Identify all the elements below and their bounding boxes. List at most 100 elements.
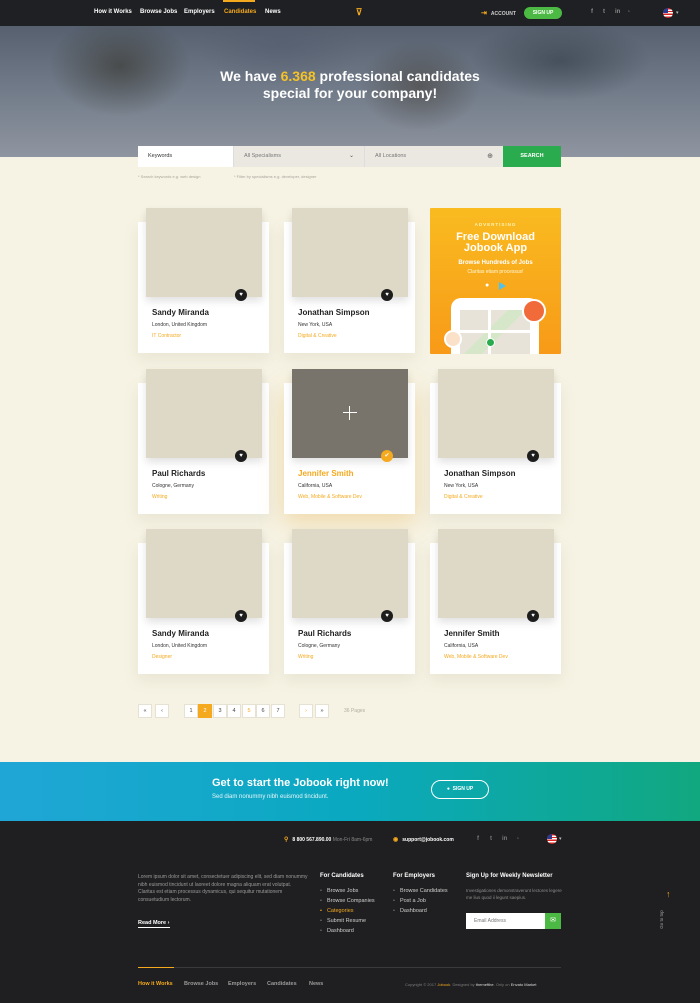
candidate-name[interactable]: Jonathan Simpson	[298, 308, 370, 317]
candidate-photo[interactable]	[146, 529, 262, 618]
footer-nav-candidates[interactable]: Candidates	[267, 981, 297, 987]
page-3[interactable]: 3	[213, 704, 227, 718]
candidate-name[interactable]: Jennifer Smith	[444, 629, 500, 638]
footer-nav-news[interactable]: News	[309, 981, 323, 987]
chevron-down-icon[interactable]: ▾	[676, 10, 679, 16]
candidate-category[interactable]: IT Contractor	[152, 333, 181, 339]
nav-news[interactable]: News	[265, 9, 281, 15]
prev-page-button[interactable]: ‹	[155, 704, 169, 718]
location-select[interactable]: All Locations ⊕	[364, 146, 503, 167]
page-6[interactable]: 6	[256, 704, 270, 718]
candidate-name[interactable]: Sandy Miranda	[152, 629, 209, 638]
footer-link[interactable]: Browse Jobs	[320, 888, 359, 894]
cta-signup-button[interactable]: ● SIGN UP	[431, 780, 489, 799]
page-5[interactable]: 5	[242, 704, 256, 718]
app-advertisement[interactable]: ADVERTISING Free Download Jobook App Brow…	[430, 208, 561, 354]
candidate-category[interactable]: Designer	[152, 654, 172, 660]
specialisms-select[interactable]: All Specialisms ⌄	[233, 146, 364, 167]
signup-button[interactable]: SIGN UP	[524, 7, 562, 19]
footer-link[interactable]: Submit Resume	[320, 918, 366, 924]
footer-link[interactable]: Browse Companies	[320, 898, 375, 904]
page-1[interactable]: 1	[184, 704, 198, 718]
footer-link[interactable]: Dashboard	[393, 908, 427, 914]
heart-icon[interactable]: ♥	[527, 610, 539, 622]
chevron-down-icon[interactable]: ▾	[559, 836, 562, 842]
plus-icon[interactable]	[342, 405, 358, 421]
candidate-location: California, USA	[298, 483, 333, 489]
locate-icon[interactable]: ⊕	[487, 146, 493, 167]
candidate-name[interactable]: Jonathan Simpson	[444, 469, 516, 478]
page-7[interactable]: 7	[271, 704, 285, 718]
footer-link[interactable]: Categories	[320, 908, 354, 914]
candidate-category[interactable]: Digital & Creative	[444, 494, 483, 500]
first-page-button[interactable]: «	[138, 704, 152, 718]
heart-icon[interactable]: ♥	[235, 450, 247, 462]
candidate-card[interactable]: ♥ Jonathan Simpson New York, USA Digital…	[430, 369, 561, 514]
heart-icon[interactable]: ♥	[381, 289, 393, 301]
apple-store-icon[interactable]: ●	[485, 282, 489, 289]
go-to-top-button[interactable]: ↑ Go to top	[659, 889, 676, 935]
nav-candidates[interactable]: Candidates	[224, 9, 256, 15]
facebook-icon[interactable]: f	[591, 9, 593, 15]
candidate-card-selected[interactable]: ✔ Jennifer Smith California, USA Web, Mo…	[284, 369, 415, 514]
candidate-category[interactable]: Web, Mobile & Software Dev	[444, 654, 508, 660]
footer-nav-how-it-works[interactable]: How it Works	[138, 981, 173, 987]
us-flag-icon[interactable]	[547, 834, 557, 844]
candidate-name[interactable]: Sandy Miranda	[152, 308, 209, 317]
candidate-category[interactable]: Digital & Creative	[298, 333, 337, 339]
footer-nav-employers[interactable]: Employers	[228, 981, 256, 987]
candidate-photo[interactable]	[292, 529, 408, 618]
nav-employers[interactable]: Employers	[184, 9, 215, 15]
footer-link[interactable]: Dashboard	[320, 928, 354, 934]
nav-how-it-works[interactable]: How it Works	[94, 9, 132, 15]
candidate-photo[interactable]	[438, 529, 554, 618]
rss-icon[interactable]: ◔	[627, 9, 630, 15]
newsletter-email-input[interactable]: Email Address	[466, 913, 546, 929]
read-more-link[interactable]: Read More ›	[138, 920, 170, 928]
twitter-icon[interactable]: t	[603, 9, 605, 15]
heart-icon[interactable]: ♥	[235, 289, 247, 301]
next-page-button[interactable]: ›	[299, 704, 313, 718]
candidate-name[interactable]: Jennifer Smith	[298, 469, 354, 478]
linkedin-icon[interactable]: in	[615, 9, 620, 15]
footer-nav-browse-jobs[interactable]: Browse Jobs	[184, 981, 218, 987]
candidate-card[interactable]: ♥ Paul Richards Cologne, Germany Writing	[138, 369, 269, 514]
candidate-card[interactable]: ♥ Sandy Miranda London, United Kingdom D…	[138, 529, 269, 674]
last-page-button[interactable]: »	[315, 704, 329, 718]
candidate-category[interactable]: Writing	[298, 654, 313, 660]
account-link[interactable]: ⇥ ACCOUNT	[481, 9, 516, 17]
candidate-photo[interactable]	[438, 369, 554, 458]
facebook-icon[interactable]: f	[477, 836, 479, 842]
candidate-photo[interactable]	[146, 369, 262, 458]
candidate-category[interactable]: Web, Mobile & Software Dev	[298, 494, 362, 500]
check-icon[interactable]: ✔	[381, 450, 393, 462]
candidate-name[interactable]: Paul Richards	[298, 629, 351, 638]
candidate-photo[interactable]	[292, 208, 408, 297]
google-play-icon[interactable]	[499, 282, 506, 290]
page-4[interactable]: 4	[227, 704, 241, 718]
footer-email[interactable]: ◉ support@jobook.com	[393, 836, 454, 843]
search-button[interactable]: SEARCH	[503, 146, 561, 167]
heart-icon[interactable]: ♥	[235, 610, 247, 622]
us-flag-icon[interactable]	[663, 8, 673, 18]
send-icon[interactable]: ✉	[545, 913, 561, 929]
candidate-card[interactable]: ♥ Sandy Miranda London, United Kingdom I…	[138, 208, 269, 353]
twitter-icon[interactable]: t	[490, 836, 492, 842]
candidate-card[interactable]: ♥ Jonathan Simpson New York, USA Digital…	[284, 208, 415, 353]
nav-browse-jobs[interactable]: Browse Jobs	[140, 9, 177, 15]
keywords-input[interactable]: Keywords	[138, 146, 233, 167]
footer-link[interactable]: Browse Candidates	[393, 888, 448, 894]
candidate-name[interactable]: Paul Richards	[152, 469, 205, 478]
candidate-card[interactable]: ♥ Paul Richards Cologne, Germany Writing	[284, 529, 415, 674]
rss-icon[interactable]: ◔	[516, 836, 519, 842]
candidate-category[interactable]: Writing	[152, 494, 167, 500]
logo-icon[interactable]: ⊽	[354, 7, 364, 19]
linkedin-icon[interactable]: in	[502, 836, 507, 842]
candidate-card[interactable]: ♥ Jennifer Smith California, USA Web, Mo…	[430, 529, 561, 674]
page-2[interactable]: 2	[198, 704, 212, 718]
candidate-photo[interactable]	[146, 208, 262, 297]
heart-icon[interactable]: ♥	[527, 450, 539, 462]
footer-link[interactable]: Post a Job	[393, 898, 426, 904]
heart-icon[interactable]: ♥	[381, 610, 393, 622]
candidate-photo[interactable]	[292, 369, 408, 458]
